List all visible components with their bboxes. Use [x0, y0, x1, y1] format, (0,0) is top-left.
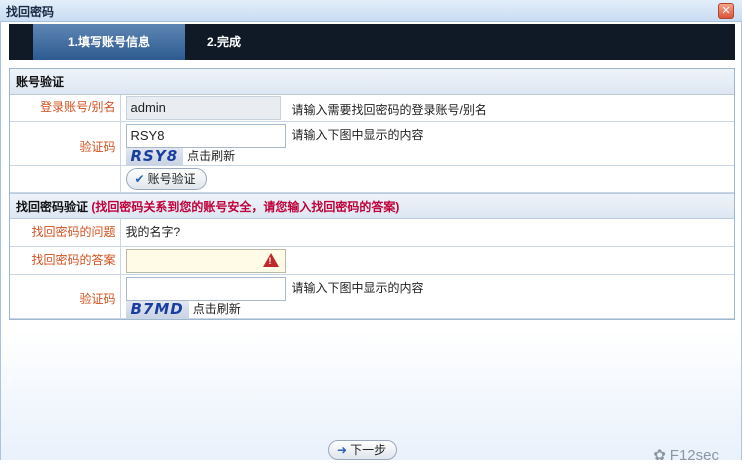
warning-icon: ! [262, 253, 279, 267]
account-verify-panel: 账号验证 登录账号/别名 admin 请输入需要找回密码的登录账号/别名 验证码… [9, 68, 735, 320]
watermark-text: F12sec [669, 447, 719, 464]
close-icon[interactable]: ✕ [718, 3, 734, 19]
question-value: 我的名字? [120, 218, 734, 247]
next-step-label: 下一步 [350, 443, 387, 457]
window-titlebar: 找回密码 ✕ [0, 0, 742, 22]
login-hint: 请输入需要找回密码的登录账号/别名 [291, 103, 487, 117]
login-input[interactable]: admin [125, 96, 281, 120]
watermark: ✿ F12sec [653, 446, 719, 464]
account-verify-heading: 账号验证 [10, 69, 734, 95]
captcha2-label: 验证码 [10, 274, 121, 319]
chat-bubble-icon: ✿ [653, 447, 666, 464]
verify-account-label: 账号验证 [147, 171, 196, 186]
arrow-right-icon: ➜ [337, 443, 348, 457]
password-verify-heading: 找回密码验证 (找回密码关系到您的账号安全，请您输入找回密码的答案) [10, 192, 734, 219]
captcha-image[interactable]: RSY8 [125, 147, 184, 165]
captcha-input[interactable]: RSY8 [125, 123, 286, 148]
captcha-label: 验证码 [10, 121, 121, 166]
login-label: 登录账号/别名 [10, 95, 121, 122]
captcha2-image[interactable]: B7MD [125, 301, 189, 318]
captcha2-hint: 请输入下图中显示的内容 [291, 281, 424, 295]
captcha2-input[interactable] [125, 277, 286, 301]
next-step-button[interactable]: ➜ 下一步 [328, 440, 398, 460]
answer-label: 找回密码的答案 [10, 246, 121, 275]
captcha-hint: 请输入下图中显示的内容 [291, 127, 424, 142]
step-fill-account: 1.填写账号信息 [33, 24, 185, 60]
answer-input[interactable] [125, 249, 286, 273]
step-complete: 2.完成 [206, 35, 241, 49]
verify-account-button[interactable]: ✔ 账号验证 [125, 167, 207, 190]
dialog-body: 1.填写账号信息 2.完成 账号验证 登录账号/别名 admin 请输入需要找回… [0, 22, 742, 464]
password-verify-title: 找回密码验证 [16, 199, 89, 214]
step-bar: 1.填写账号信息 2.完成 [9, 24, 735, 60]
password-verify-warning: (找回密码关系到您的账号安全，请您输入找回密码的答案) [91, 199, 400, 214]
check-icon: ✔ [134, 171, 145, 186]
window-title: 找回密码 [6, 5, 55, 19]
refresh-captcha-link[interactable]: 点击刷新 [187, 148, 235, 165]
footer: ➜ 下一步 [328, 440, 398, 460]
question-label: 找回密码的问题 [10, 218, 121, 247]
empty-label [10, 165, 121, 193]
refresh-captcha2-link[interactable]: 点击刷新 [193, 301, 241, 318]
